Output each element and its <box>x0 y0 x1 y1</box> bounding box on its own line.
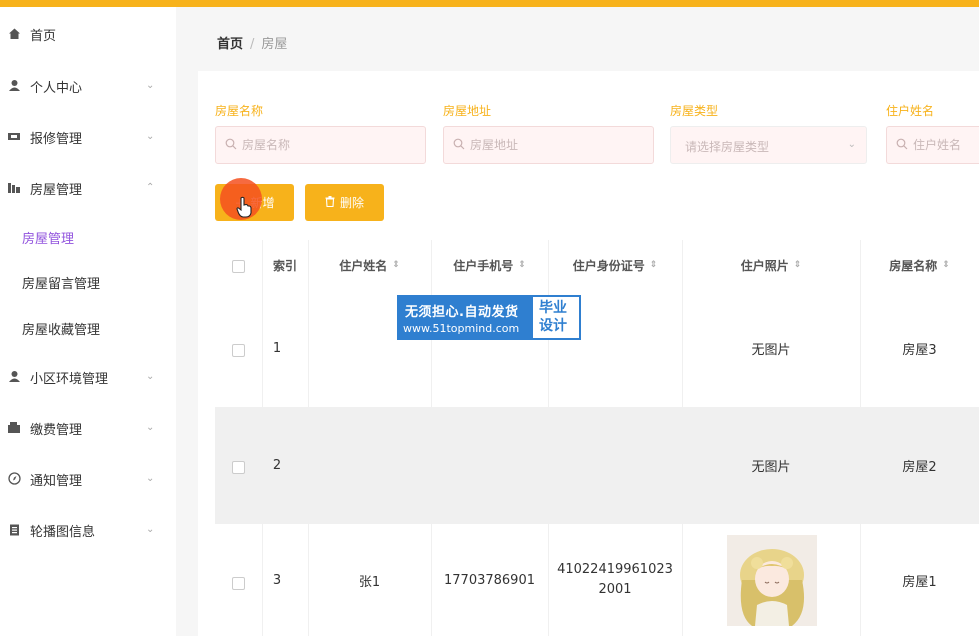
chevron-down-icon: ⌄ <box>146 371 155 382</box>
sidebar-item-label: 通知管理 <box>30 473 83 489</box>
row-checkbox[interactable] <box>232 461 245 474</box>
home-icon <box>7 27 21 41</box>
tenant-photo[interactable] <box>727 535 817 626</box>
tenant-name-field[interactable] <box>886 126 979 164</box>
tenant-name-input[interactable] <box>913 135 971 155</box>
house-name-label: 房屋名称 <box>215 104 264 118</box>
select-all-checkbox[interactable] <box>232 260 245 273</box>
sidebar-item-label: 缴费管理 <box>30 422 83 438</box>
cell-photo: 无图片 <box>751 343 791 358</box>
chevron-down-icon: ⌄ <box>146 473 155 484</box>
cell-tenant-name: 张1 <box>358 574 381 590</box>
chevron-down-icon: ⌄ <box>847 139 856 150</box>
breadcrumb: 首页 / 房屋 <box>217 33 287 52</box>
wallet-icon <box>7 421 21 435</box>
cell-photo: 无图片 <box>751 460 791 475</box>
sort-icon[interactable]: ⇕ <box>518 261 526 270</box>
clipboard-icon <box>7 523 21 537</box>
submenu-item-label: 房屋收藏管理 <box>22 322 101 338</box>
hand-cursor-icon <box>236 196 252 218</box>
tools-icon <box>7 130 21 144</box>
house-type-label: 房屋类型 <box>670 104 719 118</box>
chevron-down-icon: ⌄ <box>146 80 155 91</box>
cell-tenant-id: 41022419961023 2001 <box>557 562 673 597</box>
cell-house-name: 房屋2 <box>902 460 937 475</box>
house-address-input[interactable] <box>470 135 645 155</box>
sidebar-item-label: 小区环境管理 <box>30 371 109 387</box>
search-icon <box>896 138 908 150</box>
chevron-down-icon: ⌄ <box>146 524 155 535</box>
cell-index: 3 <box>272 572 282 588</box>
data-table: 索引 住户姓名 ⇕ 住户手机号 ⇕ 住户身份证号 ⇕ 住户照片 ⇕ 房屋名称 ⇕ 1 无图… <box>215 240 979 636</box>
submenu-item-label: 房屋管理 <box>22 231 75 247</box>
house-type-select[interactable]: 请选择房屋类型 ⌄ <box>670 126 867 164</box>
user-icon <box>7 370 21 384</box>
chevron-down-icon: ⌄ <box>146 131 155 142</box>
delete-button-label: 删除 <box>339 196 364 210</box>
sidebar-item-notice[interactable]: 通知管理 ⌄ <box>0 459 176 499</box>
sort-icon[interactable]: ⇕ <box>392 261 400 270</box>
sort-icon[interactable]: ⇕ <box>942 261 950 270</box>
sidebar: 首页 个人中心 ⌄ 报修管理 ⌄ 房屋管理 ⌃ 房屋管理 房屋留言管理 房屋收藏… <box>0 7 176 636</box>
house-address-field[interactable] <box>443 126 654 164</box>
cell-house-name: 房屋1 <box>902 574 937 590</box>
sidebar-item-house[interactable]: 房屋管理 ⌃ <box>0 168 176 208</box>
house-name-field[interactable] <box>215 126 426 164</box>
user-icon <box>7 79 21 93</box>
sidebar-item-payment[interactable]: 缴费管理 ⌄ <box>0 408 176 448</box>
watermark-line1: 无须担心.自动发货 <box>405 305 519 320</box>
sidebar-item-label: 首页 <box>30 28 57 44</box>
submenu-item-house-message[interactable]: 房屋留言管理 <box>0 264 176 300</box>
breadcrumb-current: 房屋 <box>261 37 288 52</box>
sidebar-item-environment[interactable]: 小区环境管理 ⌄ <box>0 357 176 397</box>
sidebar-item-label: 个人中心 <box>30 80 83 96</box>
trash-icon <box>325 195 335 210</box>
submenu-item-label: 房屋留言管理 <box>22 276 101 292</box>
sidebar-item-label: 轮播图信息 <box>30 524 96 540</box>
compass-icon <box>7 472 21 486</box>
row-checkbox[interactable] <box>232 577 245 590</box>
watermark-right1: 毕业 <box>539 300 567 316</box>
breadcrumb-separator: / <box>250 37 255 52</box>
house-address-label: 房屋地址 <box>443 104 492 118</box>
chevron-down-icon: ⌄ <box>146 422 155 433</box>
house-name-input[interactable] <box>242 135 417 155</box>
sidebar-item-carousel[interactable]: 轮播图信息 ⌄ <box>0 510 176 550</box>
column-header-house-name[interactable]: 房屋名称 ⇕ <box>860 240 979 290</box>
watermark-badge: 无须担心.自动发货 www.51topmind.com 毕业 设计 <box>397 295 581 340</box>
cell-house-name: 房屋3 <box>902 343 937 358</box>
sidebar-item-label: 房屋管理 <box>30 182 83 198</box>
submenu-item-house-favorite[interactable]: 房屋收藏管理 <box>0 310 176 346</box>
row-checkbox[interactable] <box>232 344 245 357</box>
sidebar-item-home[interactable]: 首页 <box>0 14 176 54</box>
column-header-tenant-photo[interactable]: 住户照片 ⇕ <box>682 240 860 290</box>
column-header-tenant-phone[interactable]: 住户手机号 ⇕ <box>431 240 548 290</box>
submenu-item-house-manage[interactable]: 房屋管理 <box>0 219 176 255</box>
cell-index: 1 <box>272 341 282 356</box>
watermark-right2: 设计 <box>539 318 567 334</box>
sort-icon[interactable]: ⇕ <box>650 261 658 270</box>
column-header-index: 索引 <box>272 258 297 273</box>
chevron-up-icon: ⌃ <box>146 182 155 193</box>
sidebar-item-label: 报修管理 <box>30 131 83 147</box>
cell-index: 2 <box>272 458 282 473</box>
sidebar-item-profile[interactable]: 个人中心 ⌄ <box>0 66 176 106</box>
top-accent-bar <box>0 0 979 7</box>
house-type-placeholder: 请选择房屋类型 <box>685 140 770 154</box>
delete-button[interactable]: 删除 <box>305 184 384 221</box>
sidebar-item-repair[interactable]: 报修管理 ⌄ <box>0 117 176 157</box>
sort-icon[interactable]: ⇕ <box>794 261 802 270</box>
search-icon <box>453 138 465 150</box>
search-icon <box>225 138 237 150</box>
column-header-tenant-name[interactable]: 住户姓名 ⇕ <box>308 240 431 290</box>
column-header-tenant-id[interactable]: 住户身份证号 ⇕ <box>548 240 682 290</box>
building-icon <box>7 181 21 195</box>
tenant-name-label: 住户姓名 <box>886 104 935 118</box>
watermark-line2: www.51topmind.com <box>403 322 520 335</box>
cell-tenant-phone: 17703786901 <box>444 572 535 588</box>
breadcrumb-home[interactable]: 首页 <box>217 37 243 52</box>
